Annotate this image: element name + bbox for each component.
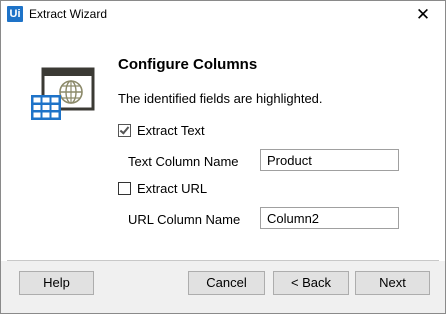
checkmark-icon — [119, 124, 130, 135]
extract-url-checkbox[interactable] — [118, 182, 131, 195]
app-icon: Ui — [7, 6, 23, 22]
extract-url-label: Extract URL — [137, 181, 208, 196]
text-column-name-input[interactable]: Product — [260, 149, 399, 171]
url-column-name-label: URL Column Name — [128, 212, 241, 227]
close-button[interactable]: ✕ — [401, 1, 445, 30]
text-column-name-label: Text Column Name — [128, 154, 239, 169]
cancel-button[interactable]: Cancel — [188, 271, 265, 295]
extract-text-label: Extract Text — [137, 123, 205, 138]
back-button[interactable]: < Back — [273, 271, 349, 295]
extract-text-checkbox-row[interactable]: Extract Text — [118, 123, 205, 138]
extract-wizard-window: Ui Extract Wizard ✕ Configure Columns Th… — [0, 0, 446, 314]
help-button[interactable]: Help — [19, 271, 94, 295]
title-bar[interactable]: Ui Extract Wizard ✕ — [1, 1, 445, 30]
extract-text-checkbox[interactable] — [118, 124, 131, 137]
web-table-extract-icon — [31, 67, 95, 120]
window-title: Extract Wizard — [29, 7, 108, 21]
next-button[interactable]: Next — [355, 271, 430, 295]
page-description: The identified fields are highlighted. — [118, 91, 323, 106]
page-title: Configure Columns — [118, 56, 258, 73]
extract-url-checkbox-row[interactable]: Extract URL — [118, 181, 207, 196]
url-column-name-input[interactable]: Column2 — [260, 207, 399, 229]
button-bar: Help Cancel < Back Next — [1, 261, 445, 313]
